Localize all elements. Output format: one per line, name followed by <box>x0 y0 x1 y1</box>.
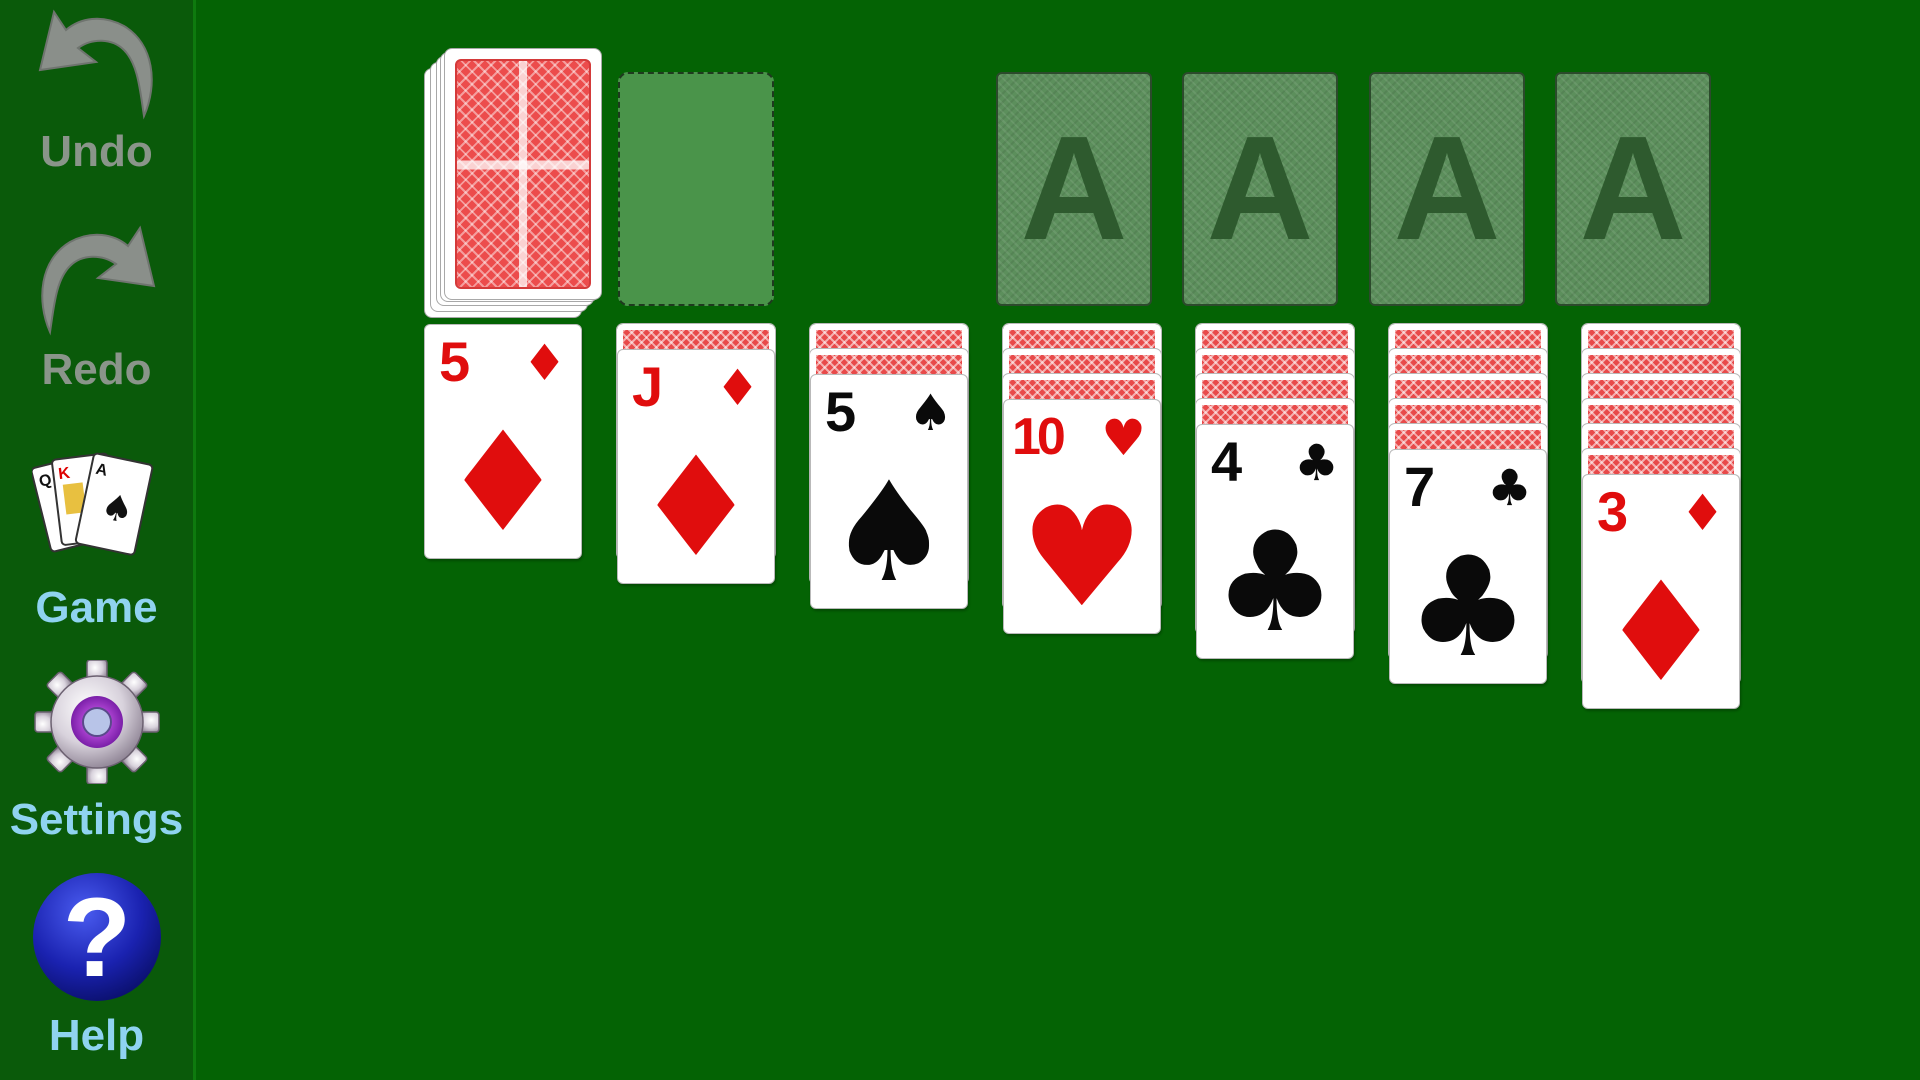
face-up-card[interactable]: 4 ♣ ♣ <box>1196 424 1354 659</box>
card-suit-large-icon: ♣ <box>1406 527 1530 684</box>
card-suit-small-icon: ♣ <box>1487 459 1532 517</box>
foundation-slot-3[interactable]: A <box>1369 72 1525 306</box>
gear-icon <box>33 660 160 784</box>
card-suit-small-icon: ♥ <box>1101 409 1146 467</box>
card-rank: 4 <box>1211 430 1243 493</box>
help-button[interactable]: ? Help <box>0 868 193 1060</box>
card-suit-large-icon: ♦ <box>634 427 758 584</box>
game-button[interactable]: Q K A ♠ Game <box>0 440 193 632</box>
undo-label: Undo <box>40 127 153 176</box>
face-up-card[interactable]: J ♦ ♦ <box>617 349 775 584</box>
foundation-ace-placeholder: A <box>1393 106 1501 271</box>
redo-button[interactable]: Redo <box>0 220 193 394</box>
card-suit-small-icon: ♠ <box>908 384 953 442</box>
card-suit-large-icon: ♥ <box>1020 477 1144 634</box>
foundation-slot-4[interactable]: A <box>1555 72 1711 306</box>
redo-label: Redo <box>41 345 152 394</box>
redo-arrow-icon <box>40 225 155 336</box>
foundation-ace-placeholder: A <box>1579 106 1687 271</box>
waste-pile-empty[interactable] <box>618 72 774 306</box>
undo-button[interactable]: Undo <box>0 4 193 176</box>
card-suit-small-icon: ♦ <box>522 334 567 392</box>
help-glyph: ? <box>62 875 130 1000</box>
question-mark-icon: ? <box>32 873 161 1001</box>
card-suit-small-icon: ♦ <box>1680 484 1725 542</box>
settings-label: Settings <box>9 795 184 844</box>
face-up-card[interactable]: 7 ♣ ♣ <box>1389 449 1547 684</box>
face-up-card[interactable]: 3 ♦ ♦ <box>1582 474 1740 709</box>
card-rank: 5 <box>439 330 471 393</box>
card-suit-small-icon: ♦ <box>715 359 760 417</box>
foundation-ace-placeholder: A <box>1206 106 1314 271</box>
card-suit-large-icon: ♠ <box>827 452 951 609</box>
foundation-slot-1[interactable]: A <box>996 72 1152 306</box>
face-up-card[interactable]: 5 ♦ ♦ <box>424 324 582 559</box>
stock-top-card-back[interactable] <box>444 48 602 300</box>
card-rank: 7 <box>1404 455 1436 518</box>
sidebar: Undo Redo Q K A ♠ Game Settings ? Help <box>0 0 196 1080</box>
card-suit-large-icon: ♣ <box>1213 502 1337 659</box>
foundation-ace-placeholder: A <box>1020 106 1128 271</box>
foundation-slot-2[interactable]: A <box>1182 72 1338 306</box>
face-up-card[interactable]: 5 ♠ ♠ <box>810 374 968 609</box>
card-suit-large-icon: ♦ <box>441 402 565 559</box>
card-rank: 10 <box>1012 408 1066 466</box>
card-back-pattern <box>455 59 591 289</box>
card-rank: 5 <box>825 380 857 443</box>
settings-button[interactable]: Settings <box>0 660 193 844</box>
card-rank: 3 <box>1597 480 1629 543</box>
help-label: Help <box>48 1011 145 1060</box>
card-suit-large-icon: ♦ <box>1599 552 1723 709</box>
playing-cards-icon: Q K A ♠ <box>31 452 153 556</box>
card-rank: J <box>632 355 664 418</box>
face-up-card[interactable]: 10 ♥ ♥ <box>1003 399 1161 634</box>
card-suit-small-icon: ♣ <box>1294 434 1339 492</box>
undo-arrow-icon <box>38 9 153 120</box>
game-label: Game <box>35 583 158 632</box>
